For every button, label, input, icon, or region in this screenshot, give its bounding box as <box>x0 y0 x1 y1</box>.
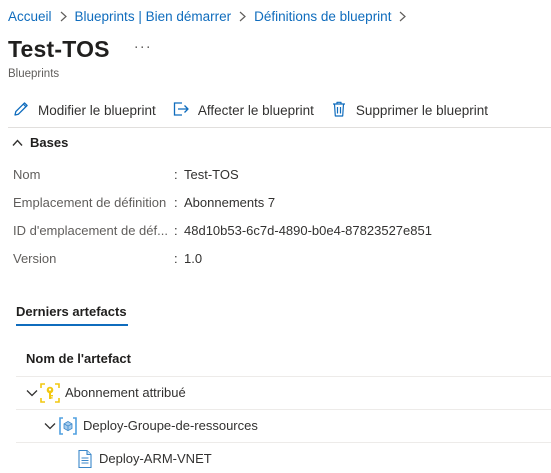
trash-icon <box>330 100 356 121</box>
resource-group-icon <box>58 416 78 436</box>
breadcrumb-home[interactable]: Accueil <box>8 9 52 24</box>
breadcrumb-blueprints[interactable]: Blueprints | Bien démarrer <box>75 9 232 24</box>
tab-selected-indicator <box>16 324 128 326</box>
page-title: Test-TOS <box>8 36 110 62</box>
property-separator: : <box>174 195 178 210</box>
property-label: Nom <box>13 167 41 182</box>
artifact-name: Deploy-Groupe-de-ressources <box>83 418 258 433</box>
pencil-icon <box>12 100 38 121</box>
title-row: Test-TOS ··· <box>8 36 152 63</box>
property-label: Version <box>13 251 57 266</box>
breadcrumb: Accueil Blueprints | Bien démarrer Défin… <box>8 9 414 24</box>
edit-blueprint-label: Modifier le blueprint <box>38 103 156 118</box>
property-value: Test-TOS <box>184 167 239 182</box>
document-icon <box>76 449 94 469</box>
essentials-title: Bases <box>30 135 69 150</box>
chevron-right-icon <box>60 11 67 22</box>
tree-row[interactable]: Deploy-ARM-VNET <box>16 442 551 473</box>
artifact-name: Deploy-ARM-VNET <box>99 451 212 466</box>
breadcrumb-definitions[interactable]: Définitions de blueprint <box>254 9 391 24</box>
assign-blueprint-button[interactable]: Affecter le blueprint <box>172 100 314 121</box>
property-separator: : <box>174 251 178 266</box>
delete-blueprint-button[interactable]: Supprimer le blueprint <box>330 100 488 121</box>
chevron-right-icon <box>239 11 247 22</box>
tree-row[interactable]: Abonnement attribué <box>16 376 551 408</box>
column-header-artifact-name[interactable]: Nom de l'artefact <box>26 351 131 366</box>
chevron-right-icon <box>399 11 407 22</box>
edit-blueprint-button[interactable]: Modifier le blueprint <box>12 100 156 121</box>
property-value: 48d10b53-6c7d-4890-b0e4-87823527e851 <box>184 223 432 238</box>
chevron-down-icon[interactable] <box>44 422 56 430</box>
property-value: Abonnements 7 <box>184 195 276 210</box>
property-label: ID d'emplacement de déf... <box>13 223 168 238</box>
subscription-key-icon <box>40 382 60 403</box>
command-bar: Modifier le blueprint Affecter le bluepr… <box>12 100 504 121</box>
property-separator: : <box>174 167 178 182</box>
property-separator: : <box>174 223 178 238</box>
toolbar-divider <box>8 127 551 128</box>
property-label: Emplacement de définition <box>13 195 167 210</box>
page-subtitle: Blueprints <box>8 68 60 80</box>
essentials-toggle[interactable]: Bases <box>12 135 68 150</box>
delete-blueprint-label: Supprimer le blueprint <box>355 103 488 118</box>
tree-row[interactable]: Deploy-Groupe-de-ressources <box>16 409 551 441</box>
artifact-name: Abonnement attribué <box>65 385 186 400</box>
assign-blueprint-label: Affecter le blueprint <box>197 103 314 118</box>
assign-arrow-icon <box>172 100 198 121</box>
chevron-down-icon[interactable] <box>26 389 38 397</box>
tab-latest-artifacts[interactable]: Derniers artefacts <box>16 304 127 319</box>
property-value: 1.0 <box>184 251 203 266</box>
chevron-up-icon <box>12 135 30 150</box>
more-options-button[interactable]: ··· <box>134 38 152 55</box>
